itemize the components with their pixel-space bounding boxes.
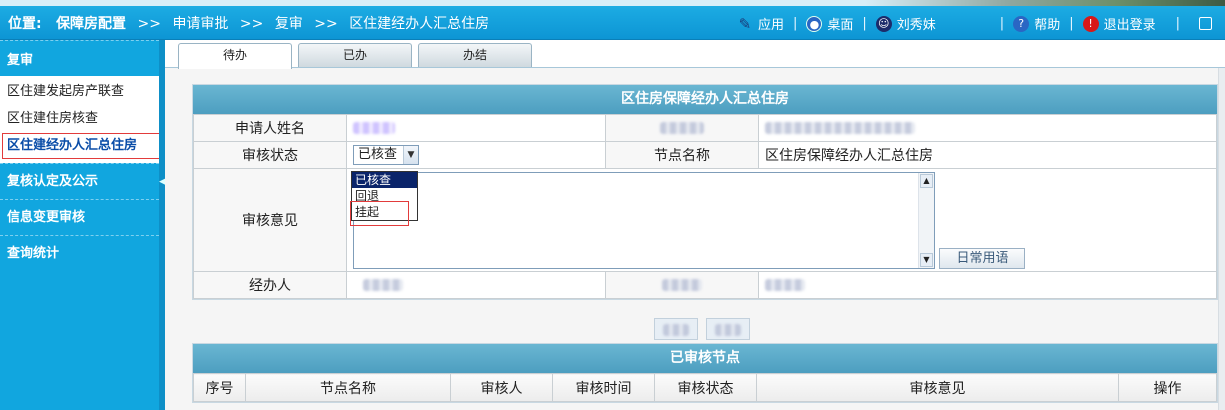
highlight-box	[350, 201, 409, 226]
toolbar-divider: |	[1175, 16, 1180, 31]
redacted-text	[662, 279, 702, 291]
status-select[interactable]: 已核查 ▼	[353, 145, 419, 165]
handler-value	[346, 271, 606, 299]
sidebar-item-housing-check[interactable]: 区住建住房核查	[0, 105, 159, 132]
status-label: 审核状态	[193, 141, 347, 169]
logout-icon: !	[1082, 15, 1099, 32]
redacted-text	[765, 279, 805, 291]
common-phrases-button[interactable]: 日常用语	[939, 247, 1026, 269]
redacted-text	[363, 279, 403, 291]
redacted-value	[758, 114, 1217, 142]
breadcrumb-separator: >>	[137, 16, 161, 32]
status-option-checked[interactable]: 已核查	[352, 172, 417, 188]
column-header: 审核人	[450, 373, 553, 402]
redacted-text	[353, 122, 395, 134]
help-label: 帮助	[1034, 18, 1061, 33]
column-header: 操作	[1118, 373, 1217, 402]
status-selected: 已核查	[358, 147, 398, 162]
opinion-cell: ▲ ▼ 日常用语	[346, 168, 1217, 272]
submit-button[interactable]	[654, 318, 698, 340]
breadcrumb-item-config[interactable]: 保障房配置	[56, 16, 126, 32]
tab-done[interactable]: 已办	[298, 43, 412, 67]
help-link[interactable]: ? 帮助	[1013, 14, 1060, 33]
textarea-scrollbar[interactable]: ▲ ▼	[918, 172, 934, 268]
scroll-down-icon[interactable]: ▼	[920, 252, 933, 267]
table-header-row: 序号 节点名称 审核人 审核时间 审核状态 审核意见 操作	[193, 373, 1217, 402]
top-bar: 位置: 保障房配置 >> 申请审批 >> 复审 >> 区住建经办人汇总住房 ✎ 应…	[0, 0, 1225, 40]
review-form: 申请人姓名 审核状态 已核查 ▼ 节点名称 区住房保障经办人汇总住房 审核意见 ▲…	[193, 114, 1217, 299]
toolbar-divider: |	[862, 16, 867, 31]
banner-strip	[0, 0, 1225, 6]
review-form-panel: 区住房保障经办人汇总住房 申请人姓名 审核状态 已核查 ▼ 节点名称 区住房保障经…	[192, 84, 1218, 300]
redacted-label	[605, 114, 759, 142]
chevron-down-icon[interactable]: ▼	[403, 146, 418, 164]
banner-image	[865, 0, 1225, 6]
help-icon: ?	[1013, 15, 1030, 32]
redacted-text	[663, 324, 689, 336]
tab-finished[interactable]: 办结	[418, 43, 532, 67]
column-header: 审核意见	[756, 373, 1119, 402]
fullscreen-icon[interactable]	[1199, 17, 1212, 30]
redacted-text	[715, 324, 742, 336]
node-label: 节点名称	[605, 141, 759, 169]
handler-label: 经办人	[193, 271, 347, 299]
applicant-label: 申请人姓名	[193, 114, 347, 142]
top-toolbar: ✎ 应用 | ● 桌面 | ☺ 刘秀妹 | ? 帮助 | ! 退出登录 |	[737, 14, 1217, 33]
sidebar-group-recheck[interactable]: 复核认定及公示	[0, 163, 159, 199]
audited-nodes-panel: 已审核节点 序号 节点名称 审核人 审核时间 审核状态 审核意见 操作	[192, 343, 1218, 403]
sidebar-group-info-change[interactable]: 信息变更审核	[0, 199, 159, 235]
app-link[interactable]: ✎ 应用	[737, 14, 784, 34]
tab-bar: 待办 已办 办结	[165, 40, 1225, 69]
user-icon: ☺	[875, 15, 892, 32]
apps-icon: ✎	[738, 14, 752, 33]
breadcrumb: 位置: 保障房配置 >> 申请审批 >> 复审 >> 区住建经办人汇总住房	[8, 13, 489, 33]
desktop-icon: ●	[806, 15, 823, 32]
sidebar: 复审 区住建发起房产联查 区住建住房核查 区住建经办人汇总住房 复核认定及公示 …	[0, 40, 175, 410]
toolbar-divider: |	[1069, 16, 1074, 31]
breadcrumb-item-review[interactable]: 复审	[275, 16, 303, 32]
status-cell: 已核查 ▼	[346, 141, 606, 169]
column-header: 节点名称	[245, 373, 451, 402]
desktop-link[interactable]: ● 桌面	[806, 14, 853, 33]
breadcrumb-item-current: 区住建经办人汇总住房	[349, 16, 490, 32]
opinion-textarea[interactable]: ▲ ▼	[353, 171, 935, 269]
user-link[interactable]: ☺ 刘秀妹	[875, 14, 936, 33]
location-label: 位置:	[8, 16, 42, 32]
highlight-box	[2, 133, 175, 159]
toolbar-divider: |	[999, 16, 1005, 31]
tab-todo[interactable]: 待办	[178, 43, 292, 69]
action-buttons	[654, 318, 754, 344]
breadcrumb-item-approval[interactable]: 申请审批	[172, 16, 228, 32]
back-button[interactable]	[706, 318, 751, 340]
redacted-label	[605, 271, 759, 299]
page-scrollbar[interactable]	[1218, 68, 1225, 410]
nodes-table: 序号 节点名称 审核人 审核时间 审核状态 审核意见 操作	[193, 373, 1217, 402]
breadcrumb-separator: >>	[314, 16, 338, 32]
logout-label: 退出登录	[1103, 18, 1156, 33]
sidebar-group-statistics[interactable]: 查询统计	[0, 235, 159, 271]
main-content: 待办 已办 办结 区住房保障经办人汇总住房 申请人姓名 审核状态 已核查 ▼ 节点…	[165, 40, 1225, 410]
sidebar-section-review[interactable]: 复审	[0, 40, 159, 76]
redacted-value	[758, 271, 1217, 299]
opinion-label: 审核意见	[193, 168, 347, 272]
node-value: 区住房保障经办人汇总住房	[758, 141, 1217, 169]
column-header: 序号	[193, 373, 246, 402]
form-title: 区住房保障经办人汇总住房	[193, 85, 1217, 114]
column-header: 审核时间	[552, 373, 655, 402]
redacted-text	[660, 122, 704, 134]
toolbar-divider: |	[792, 16, 798, 31]
redacted-text	[765, 122, 915, 134]
applicant-value	[346, 114, 606, 142]
app-label: 应用	[757, 18, 784, 33]
user-name: 刘秀妹	[896, 18, 936, 33]
scroll-up-icon[interactable]: ▲	[920, 173, 933, 188]
sidebar-item-property-inquiry[interactable]: 区住建发起房产联查	[0, 78, 159, 105]
column-header: 审核状态	[654, 373, 757, 402]
logout-link[interactable]: ! 退出登录	[1082, 14, 1156, 33]
desktop-label: 桌面	[827, 18, 854, 33]
breadcrumb-separator: >>	[239, 16, 264, 32]
nodes-title: 已审核节点	[193, 344, 1217, 373]
